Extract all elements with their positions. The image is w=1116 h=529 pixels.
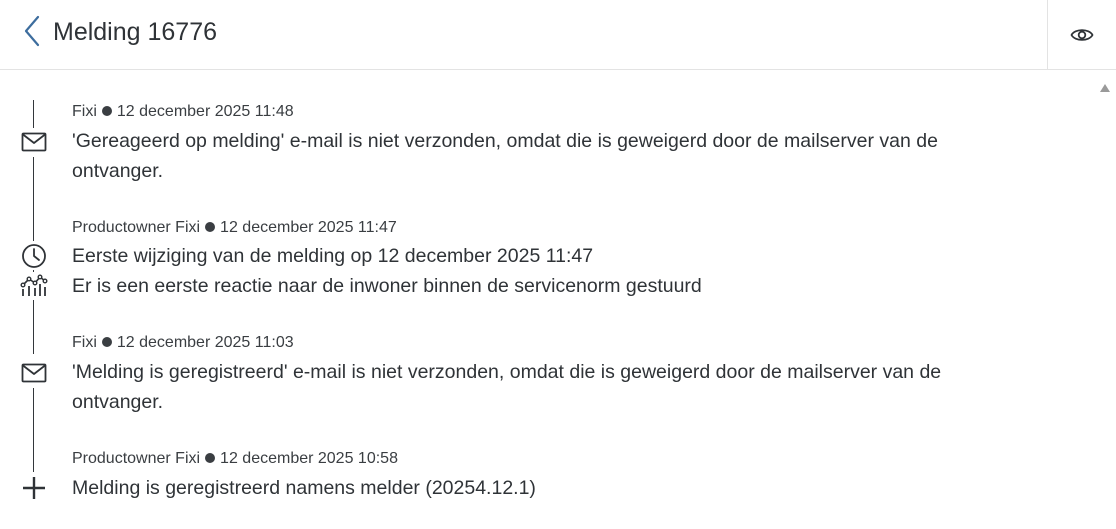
entry-icon: [19, 474, 49, 502]
entry-meta: Fixi 12 december 2025 11:48: [72, 102, 294, 122]
mail-icon: [21, 132, 47, 152]
page-header: Melding 16776: [0, 0, 1116, 70]
timeline-line: [33, 300, 34, 354]
eye-icon: [1070, 29, 1094, 41]
separator-dot: [205, 222, 216, 232]
entry-meta: Fixi 12 december 2025 11:03: [72, 333, 294, 353]
entry-icon: [19, 359, 49, 387]
entry-timestamp: 12 december 2025 11:48: [116, 103, 294, 120]
clock-icon: [22, 244, 46, 268]
page-title: Melding 16776: [53, 18, 218, 46]
separator-dot: [101, 106, 112, 116]
triangle-up-icon: [1100, 84, 1110, 92]
back-button[interactable]: [18, 14, 48, 48]
entry-author: Productowner Fixi: [72, 450, 201, 467]
timeline: Fixi 12 december 2025 11:48 'Gereageerd o…: [0, 70, 1090, 529]
entry-message: Eerste wijziging van de melding op 12 de…: [72, 245, 594, 267]
entry-icon: [19, 128, 49, 156]
entry-icon: [19, 272, 49, 300]
separator-dot: [101, 337, 112, 347]
separator-dot: [205, 453, 216, 463]
entry-author: Fixi: [72, 334, 97, 351]
timeline-line: [33, 157, 34, 241]
entry-message: Melding is geregistreerd namens melder (…: [72, 477, 536, 499]
scroll-up-arrow[interactable]: [1099, 80, 1111, 92]
chart-icon: [20, 274, 48, 296]
entry-message: Er is een eerste reactie naar de inwoner…: [72, 275, 702, 297]
entry-author: Productowner Fixi: [72, 219, 201, 236]
timeline-line: [33, 388, 34, 472]
watch-button[interactable]: [1048, 0, 1116, 70]
entry-timestamp: 12 december 2025 11:03: [116, 334, 294, 351]
entry-icon: [19, 242, 49, 270]
entry-message: 'Gereageerd op melding' e-mail is niet v…: [72, 130, 938, 182]
entry-timestamp: 12 december 2025 10:58: [220, 450, 398, 467]
chevron-left-icon: [24, 15, 40, 47]
entry-timestamp: 12 december 2025 11:47: [220, 219, 397, 236]
entry-meta: Productowner Fixi 12 december 2025 10:58: [72, 449, 398, 469]
mail-icon: [21, 363, 47, 383]
entry-message: 'Melding is geregistreerd' e-mail is nie…: [72, 361, 942, 413]
entry-meta: Productowner Fixi 12 december 2025 11:47: [72, 218, 397, 238]
entry-author: Fixi: [72, 103, 97, 120]
plus-icon: [23, 477, 45, 499]
